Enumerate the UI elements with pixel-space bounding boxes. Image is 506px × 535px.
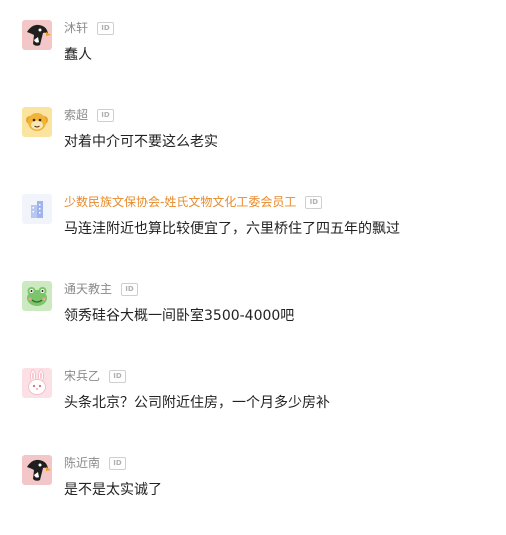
avatar[interactable] (22, 20, 52, 50)
id-badge: ID (121, 282, 139, 296)
username[interactable]: 索超 (64, 107, 88, 123)
penguin-icon (22, 455, 52, 485)
comment-text: 是不是太实诚了 (64, 482, 162, 498)
id-badge: ID (305, 195, 323, 209)
comment-text: 蠢人 (64, 47, 92, 63)
comment-item: 索超 ID 对着中介可不要这么老实 (0, 107, 506, 187)
comment-item: 沐轩 ID 蠢人 (0, 20, 506, 100)
comment-meta: 沐轩 ID (64, 20, 115, 36)
comment-meta: 索超 ID (64, 107, 115, 123)
comment-meta: 陈近南 ID (64, 455, 127, 471)
avatar[interactable] (22, 368, 52, 398)
avatar[interactable] (22, 281, 52, 311)
comment-text: 对着中介可不要这么老实 (64, 134, 218, 150)
avatar[interactable] (22, 194, 52, 224)
username[interactable]: 少数民族文保协会-姓氏文物文化工委会员工 (64, 194, 296, 210)
penguin-icon (22, 20, 52, 50)
monkey-icon (22, 107, 52, 137)
username[interactable]: 陈近南 (64, 455, 100, 471)
comment-meta: 少数民族文保协会-姓氏文物文化工委会员工 ID (64, 194, 323, 210)
username[interactable]: 宋兵乙 (64, 368, 100, 384)
id-badge: ID (109, 456, 127, 470)
rabbit-icon (22, 368, 52, 398)
comment-meta: 通天教主 ID (64, 281, 139, 297)
comment-meta: 宋兵乙 ID (64, 368, 127, 384)
comment-text: 领秀硅谷大概一间卧室3500-4000吧 (64, 308, 295, 324)
username[interactable]: 沐轩 (64, 20, 88, 36)
frog-icon (22, 281, 52, 311)
comment-text: 头条北京？公司附近住房，一个月多少房补 (64, 395, 330, 411)
comment-item: 陈近南 ID 是不是太实诚了 (0, 455, 506, 535)
building-icon (22, 194, 52, 224)
id-badge: ID (97, 108, 115, 122)
comment-text: 马连洼附近也算比较便宜了，六里桥住了四五年的飘过 (64, 221, 400, 237)
comment-item: 通天教主 ID 领秀硅谷大概一间卧室3500-4000吧 (0, 281, 506, 361)
comment-item: 宋兵乙 ID 头条北京？公司附近住房，一个月多少房补 (0, 368, 506, 448)
id-badge: ID (97, 21, 115, 35)
id-badge: ID (109, 369, 127, 383)
avatar[interactable] (22, 107, 52, 137)
avatar[interactable] (22, 455, 52, 485)
comment-item: 少数民族文保协会-姓氏文物文化工委会员工 ID 马连洼附近也算比较便宜了，六里桥… (0, 194, 506, 274)
username[interactable]: 通天教主 (64, 281, 112, 297)
